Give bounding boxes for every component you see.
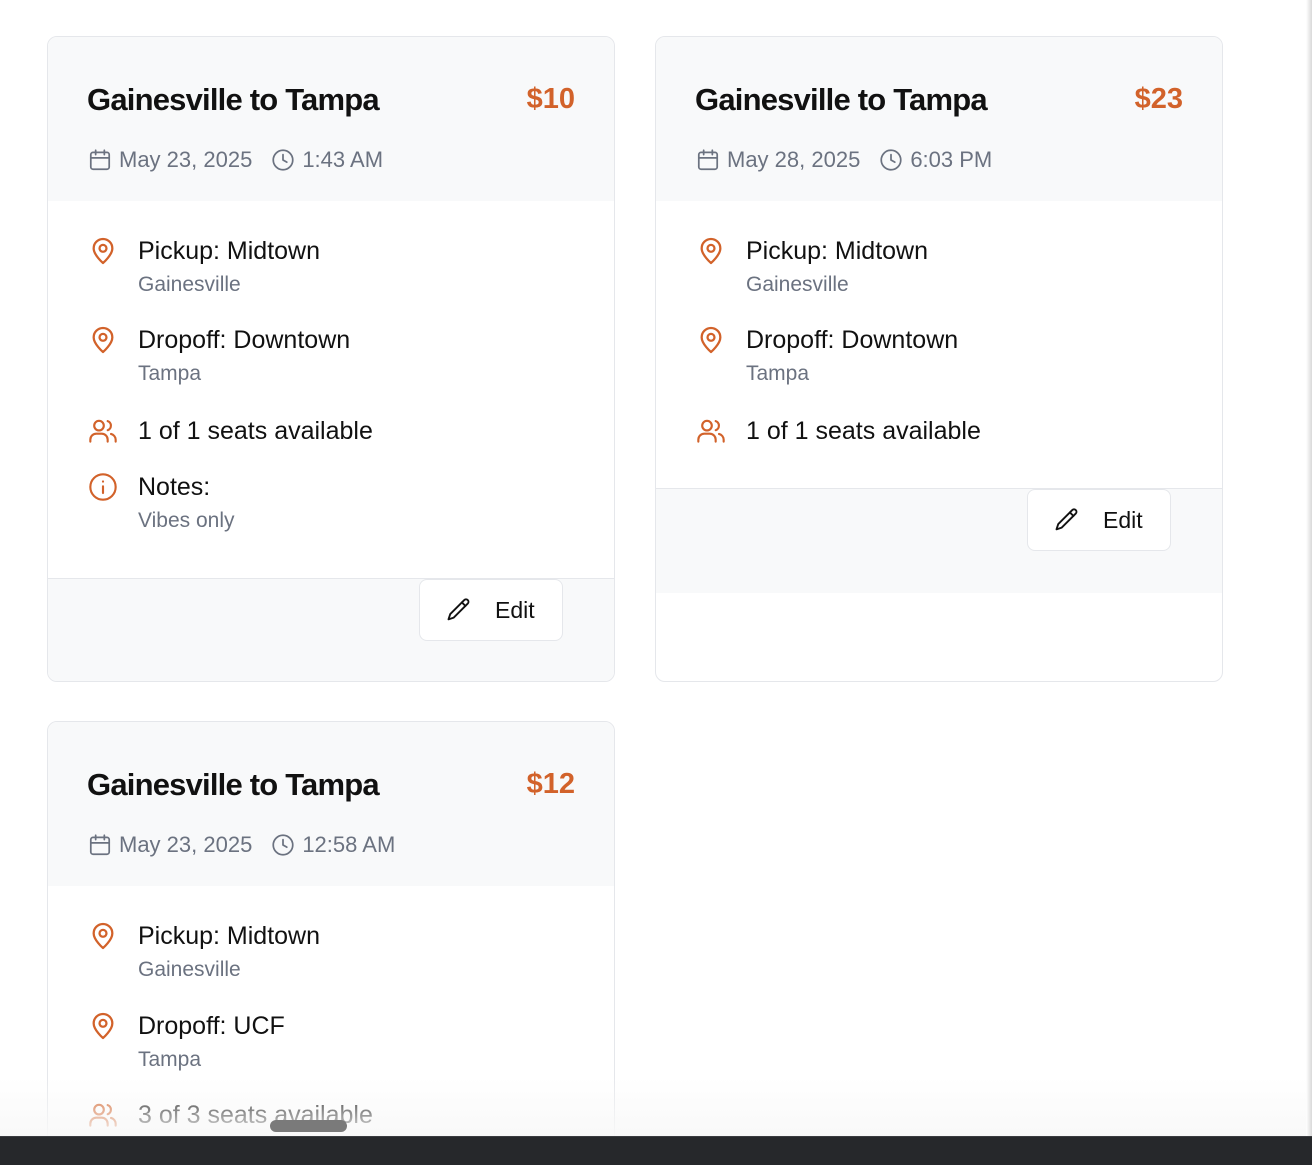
users-icon xyxy=(697,419,725,443)
ride-price: $10 xyxy=(526,83,575,115)
dropoff-label: Dropoff: Downtown xyxy=(138,326,351,354)
calendar-icon xyxy=(697,149,719,171)
pencil-icon xyxy=(447,598,470,621)
ride-datetime: May 28, 2025 6:03 PM xyxy=(695,146,992,174)
ride-price: $23 xyxy=(1134,83,1183,115)
pickup-label: Pickup: Midtown xyxy=(138,237,321,265)
ride-price: $12 xyxy=(526,768,575,800)
notes-text: Vibes only xyxy=(138,509,235,532)
edit-button-label: Edit xyxy=(495,596,535,623)
ride-time: 12:58 AM xyxy=(302,832,396,857)
taskbar xyxy=(0,1136,1312,1165)
calendar-icon xyxy=(89,834,111,856)
map-pin-icon xyxy=(92,922,114,950)
ride-card-header: Gainesville to Tampa $23 May 28, 2025 6:… xyxy=(656,37,1222,201)
ride-title: Gainesville to Tampa xyxy=(87,82,380,117)
pencil-icon xyxy=(1055,508,1078,531)
rides-viewport[interactable]: Gainesville to Tampa $10 May 23, 2025 1:… xyxy=(0,0,1312,1136)
ride-time: 6:03 PM xyxy=(910,147,993,172)
map-pin-icon xyxy=(92,1012,114,1040)
users-icon xyxy=(89,419,117,443)
dropoff-city: Tampa xyxy=(138,362,202,385)
pickup-label: Pickup: Midtown xyxy=(138,922,321,950)
ride-card-footer: Edit xyxy=(48,578,614,681)
map-pin-icon xyxy=(700,326,722,354)
pickup-city: Gainesville xyxy=(746,273,849,296)
seats-label: 1 of 1 seats available xyxy=(138,417,373,445)
clock-icon xyxy=(272,834,294,856)
ride-date: May 23, 2025 xyxy=(119,147,253,172)
ride-card: Gainesville to Tampa $10 May 23, 2025 1:… xyxy=(47,36,615,682)
ride-card-footer: Edit xyxy=(656,488,1222,593)
ride-title: Gainesville to Tampa xyxy=(695,82,988,117)
pickup-city: Gainesville xyxy=(138,958,241,981)
pickup-label: Pickup: Midtown xyxy=(746,237,929,265)
clock-icon xyxy=(880,149,902,171)
ride-date: May 23, 2025 xyxy=(119,832,253,857)
map-pin-icon xyxy=(92,237,114,265)
dropoff-label: Dropoff: UCF xyxy=(138,1012,285,1040)
clock-icon xyxy=(272,149,294,171)
edit-button[interactable]: Edit xyxy=(419,579,563,641)
ride-card-header: Gainesville to Tampa $10 May 23, 2025 1:… xyxy=(48,37,614,201)
ride-card: Gainesville to Tampa $23 May 28, 2025 6:… xyxy=(655,36,1223,682)
window-edge xyxy=(1306,0,1312,1136)
ride-datetime: May 23, 2025 1:43 AM xyxy=(87,146,383,174)
edit-button-label: Edit xyxy=(1103,506,1143,533)
dropoff-label: Dropoff: Downtown xyxy=(746,326,959,354)
ride-card: Gainesville to Tampa $12 May 23, 2025 12… xyxy=(47,721,615,1136)
dropoff-city: Tampa xyxy=(138,1048,202,1071)
pickup-city: Gainesville xyxy=(138,273,241,296)
users-icon xyxy=(89,1103,117,1127)
edit-button[interactable]: Edit xyxy=(1027,489,1171,551)
seats-label: 1 of 1 seats available xyxy=(746,417,981,445)
map-pin-icon xyxy=(700,237,722,265)
dropoff-city: Tampa xyxy=(746,362,810,385)
notes-label: Notes: xyxy=(138,473,211,501)
ride-title: Gainesville to Tampa xyxy=(87,767,380,802)
map-pin-icon xyxy=(92,326,114,354)
ride-date: May 28, 2025 xyxy=(727,147,861,172)
calendar-icon xyxy=(89,149,111,171)
ride-datetime: May 23, 2025 12:58 AM xyxy=(87,831,395,859)
ride-time: 1:43 AM xyxy=(302,147,384,172)
ride-card-header: Gainesville to Tampa $12 May 23, 2025 12… xyxy=(48,722,614,886)
info-icon xyxy=(89,473,117,501)
scroll-handle[interactable] xyxy=(270,1120,347,1132)
